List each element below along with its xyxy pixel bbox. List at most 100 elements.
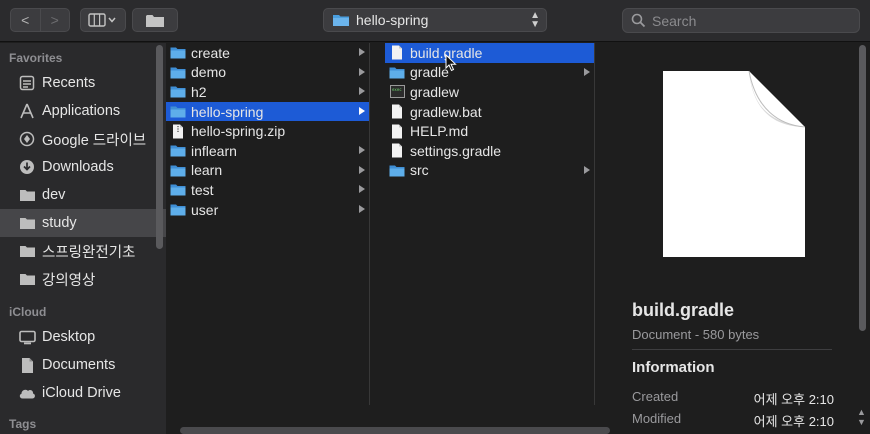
sidebar-item-label: Applications [42,103,121,119]
icloud-icon [18,384,36,402]
list-item-test[interactable]: test [166,180,369,200]
chevron-right-icon [584,165,590,174]
path-popup[interactable]: hello-spring ▲ ▼ [323,8,547,32]
preview-file-name: build.gradle [632,300,735,320]
folder-icon [170,163,186,177]
folder-action-icon [146,14,164,27]
chevron-right-icon [359,87,365,96]
terminal-exec-icon: exec [389,85,405,99]
favorites-header: Favorites [9,51,63,65]
chevron-right-icon [359,106,365,115]
list-item-src[interactable]: src [385,161,594,181]
list-item-gradlew-bat[interactable]: gradlew.bat [385,102,594,122]
chevron-right-icon [584,67,590,76]
zip-file-icon [170,124,186,139]
sidebar-item-label: dev [42,187,66,203]
scroll-arrows-icon: ▲ ▼ [857,407,866,427]
sidebar-item-icloud-drive[interactable]: iCloud Drive [0,379,166,407]
column-hello-spring: build.gradle gradle exec gradlew gradlew.… [385,43,595,405]
sidebar-item-label: study [42,215,77,231]
sidebar-item-label: 스프링완전기초 [42,244,136,261]
google-drive-icon [18,130,36,148]
info-row-modified: Modified 어제 오후 2:10 [632,411,834,429]
list-item-h2[interactable]: h2 [166,82,369,102]
information-header: Information [632,359,715,376]
documents-icon [18,356,36,374]
folder-icon [170,65,186,79]
sidebar-item-downloads[interactable]: Downloads [0,153,166,181]
sidebar-item-spring-basics[interactable]: 스프링완전기초 [0,237,166,265]
icloud-header: iCloud [9,305,47,319]
preview-scrollbar[interactable] [859,45,866,331]
folder-icon [170,105,186,119]
sidebar-item-applications[interactable]: Applications [0,97,166,125]
chevron-right-icon [359,145,365,154]
folder-icon [18,186,36,204]
mouse-cursor-icon [445,54,457,72]
list-item-gradlew[interactable]: exec gradlew [385,82,594,102]
recents-icon [18,74,36,92]
svg-text:exec: exec [392,87,402,92]
folder-icon [170,85,186,99]
sidebar: Favorites Recents Applications Google 드라… [0,43,166,434]
list-item-learn[interactable]: learn [166,161,369,181]
list-item-demo[interactable]: demo [166,63,369,83]
sidebar-item-google-drive[interactable]: Google 드라이브 [0,125,166,153]
list-item-settings-gradle[interactable]: settings.gradle [385,141,594,161]
sidebar-item-documents[interactable]: Documents [0,351,166,379]
info-row-created: Created 어제 오후 2:10 [632,389,834,407]
document-icon [389,104,405,119]
sidebar-item-label: Google 드라이브 [42,132,147,149]
nav-button-group: < > [10,8,70,32]
sidebar-item-label: iCloud Drive [42,385,121,401]
folder-icon [170,144,186,158]
folder-icon [170,46,186,60]
list-item-create[interactable]: create [166,43,369,63]
folder-icon [170,183,186,197]
list-item-build-gradle[interactable]: build.gradle [385,43,594,63]
list-item-inflearn[interactable]: inflearn [166,141,369,161]
toolbar: < > hello-spring ▲ ▼ [0,0,870,42]
chevron-right-icon [359,67,365,76]
sidebar-item-dev[interactable]: dev [0,181,166,209]
applications-icon [18,102,36,120]
folder-icon [333,15,349,26]
search-input[interactable] [652,12,852,29]
folder-icon [389,163,405,177]
forward-button[interactable]: > [39,9,70,31]
horizontal-scrollbar[interactable] [166,405,611,434]
list-item-help-md[interactable]: HELP.md [385,121,594,141]
search-field[interactable] [622,8,860,33]
sidebar-item-study[interactable]: study [0,209,166,237]
large-document-icon [663,70,806,257]
search-icon [631,13,646,28]
list-item-gradle[interactable]: gradle [385,63,594,83]
sidebar-item-lecture-videos[interactable]: 강의영상 [0,265,166,293]
path-title: hello-spring [356,12,429,28]
new-folder-button[interactable] [132,8,178,32]
sidebar-scrollbar[interactable] [156,45,163,249]
sidebar-item-recents[interactable]: Recents [0,69,166,97]
list-item-hello-spring-zip[interactable]: hello-spring.zip [166,121,369,141]
folder-icon [170,203,186,217]
document-icon [389,124,405,139]
list-item-user[interactable]: user [166,200,369,220]
document-icon [389,143,405,158]
folder-icon [18,270,36,288]
sidebar-item-label: Documents [42,357,116,373]
folder-icon [18,214,36,232]
sidebar-item-desktop[interactable]: Desktop [0,323,166,351]
downloads-icon [18,158,36,176]
preview-file-meta: Document - 580 bytes [632,327,760,342]
chevron-right-icon [359,185,365,194]
chevron-updown-icon: ▲ ▼ [530,10,540,30]
list-item-hello-spring[interactable]: hello-spring [166,101,369,122]
chevron-right-icon [359,165,365,174]
sidebar-item-label: Recents [42,75,96,91]
sidebar-item-label: 강의영상 [42,272,96,289]
view-mode-button[interactable] [80,8,126,32]
back-button[interactable]: < [11,9,40,31]
horizontal-scroll-thumb[interactable] [180,427,610,434]
columns-view-icon [88,13,116,27]
preview-pane: build.gradle Document - 580 bytes Inform… [611,43,870,434]
